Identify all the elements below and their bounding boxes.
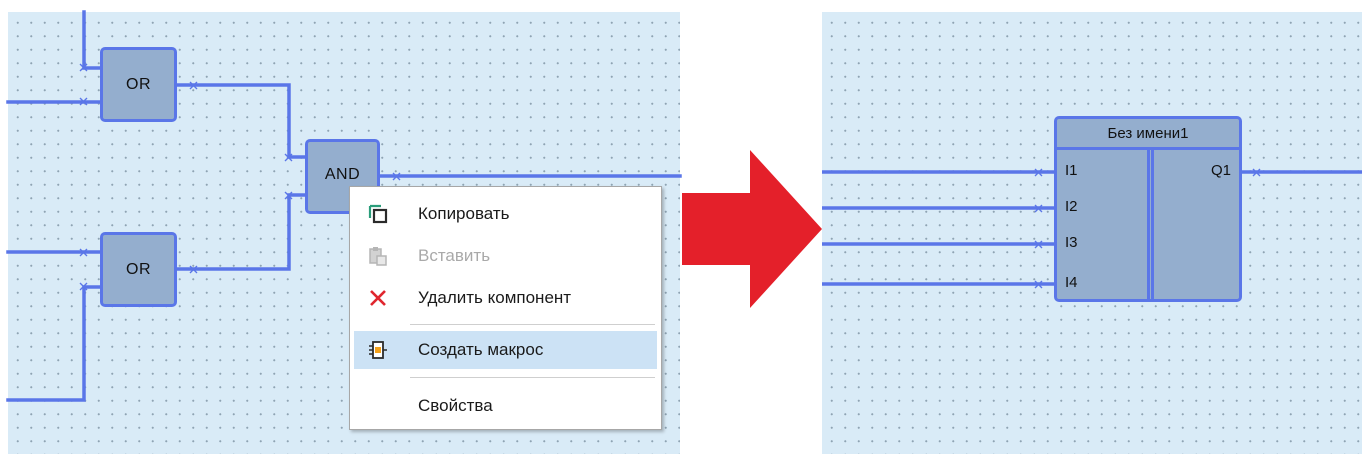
macro-divider xyxy=(1147,150,1154,299)
macro-input-pin: I3 xyxy=(1065,234,1078,251)
macro-block[interactable]: Без имени1 I1 I2 I3 I4 Q1 xyxy=(1054,116,1242,302)
macro-input-pin: I2 xyxy=(1065,198,1078,215)
macro-input-pin: I1 xyxy=(1065,162,1078,179)
macro-title: Без имени1 xyxy=(1057,119,1239,150)
macro-input-pin: I4 xyxy=(1065,274,1078,291)
macro-output-pin: Q1 xyxy=(1210,162,1231,179)
